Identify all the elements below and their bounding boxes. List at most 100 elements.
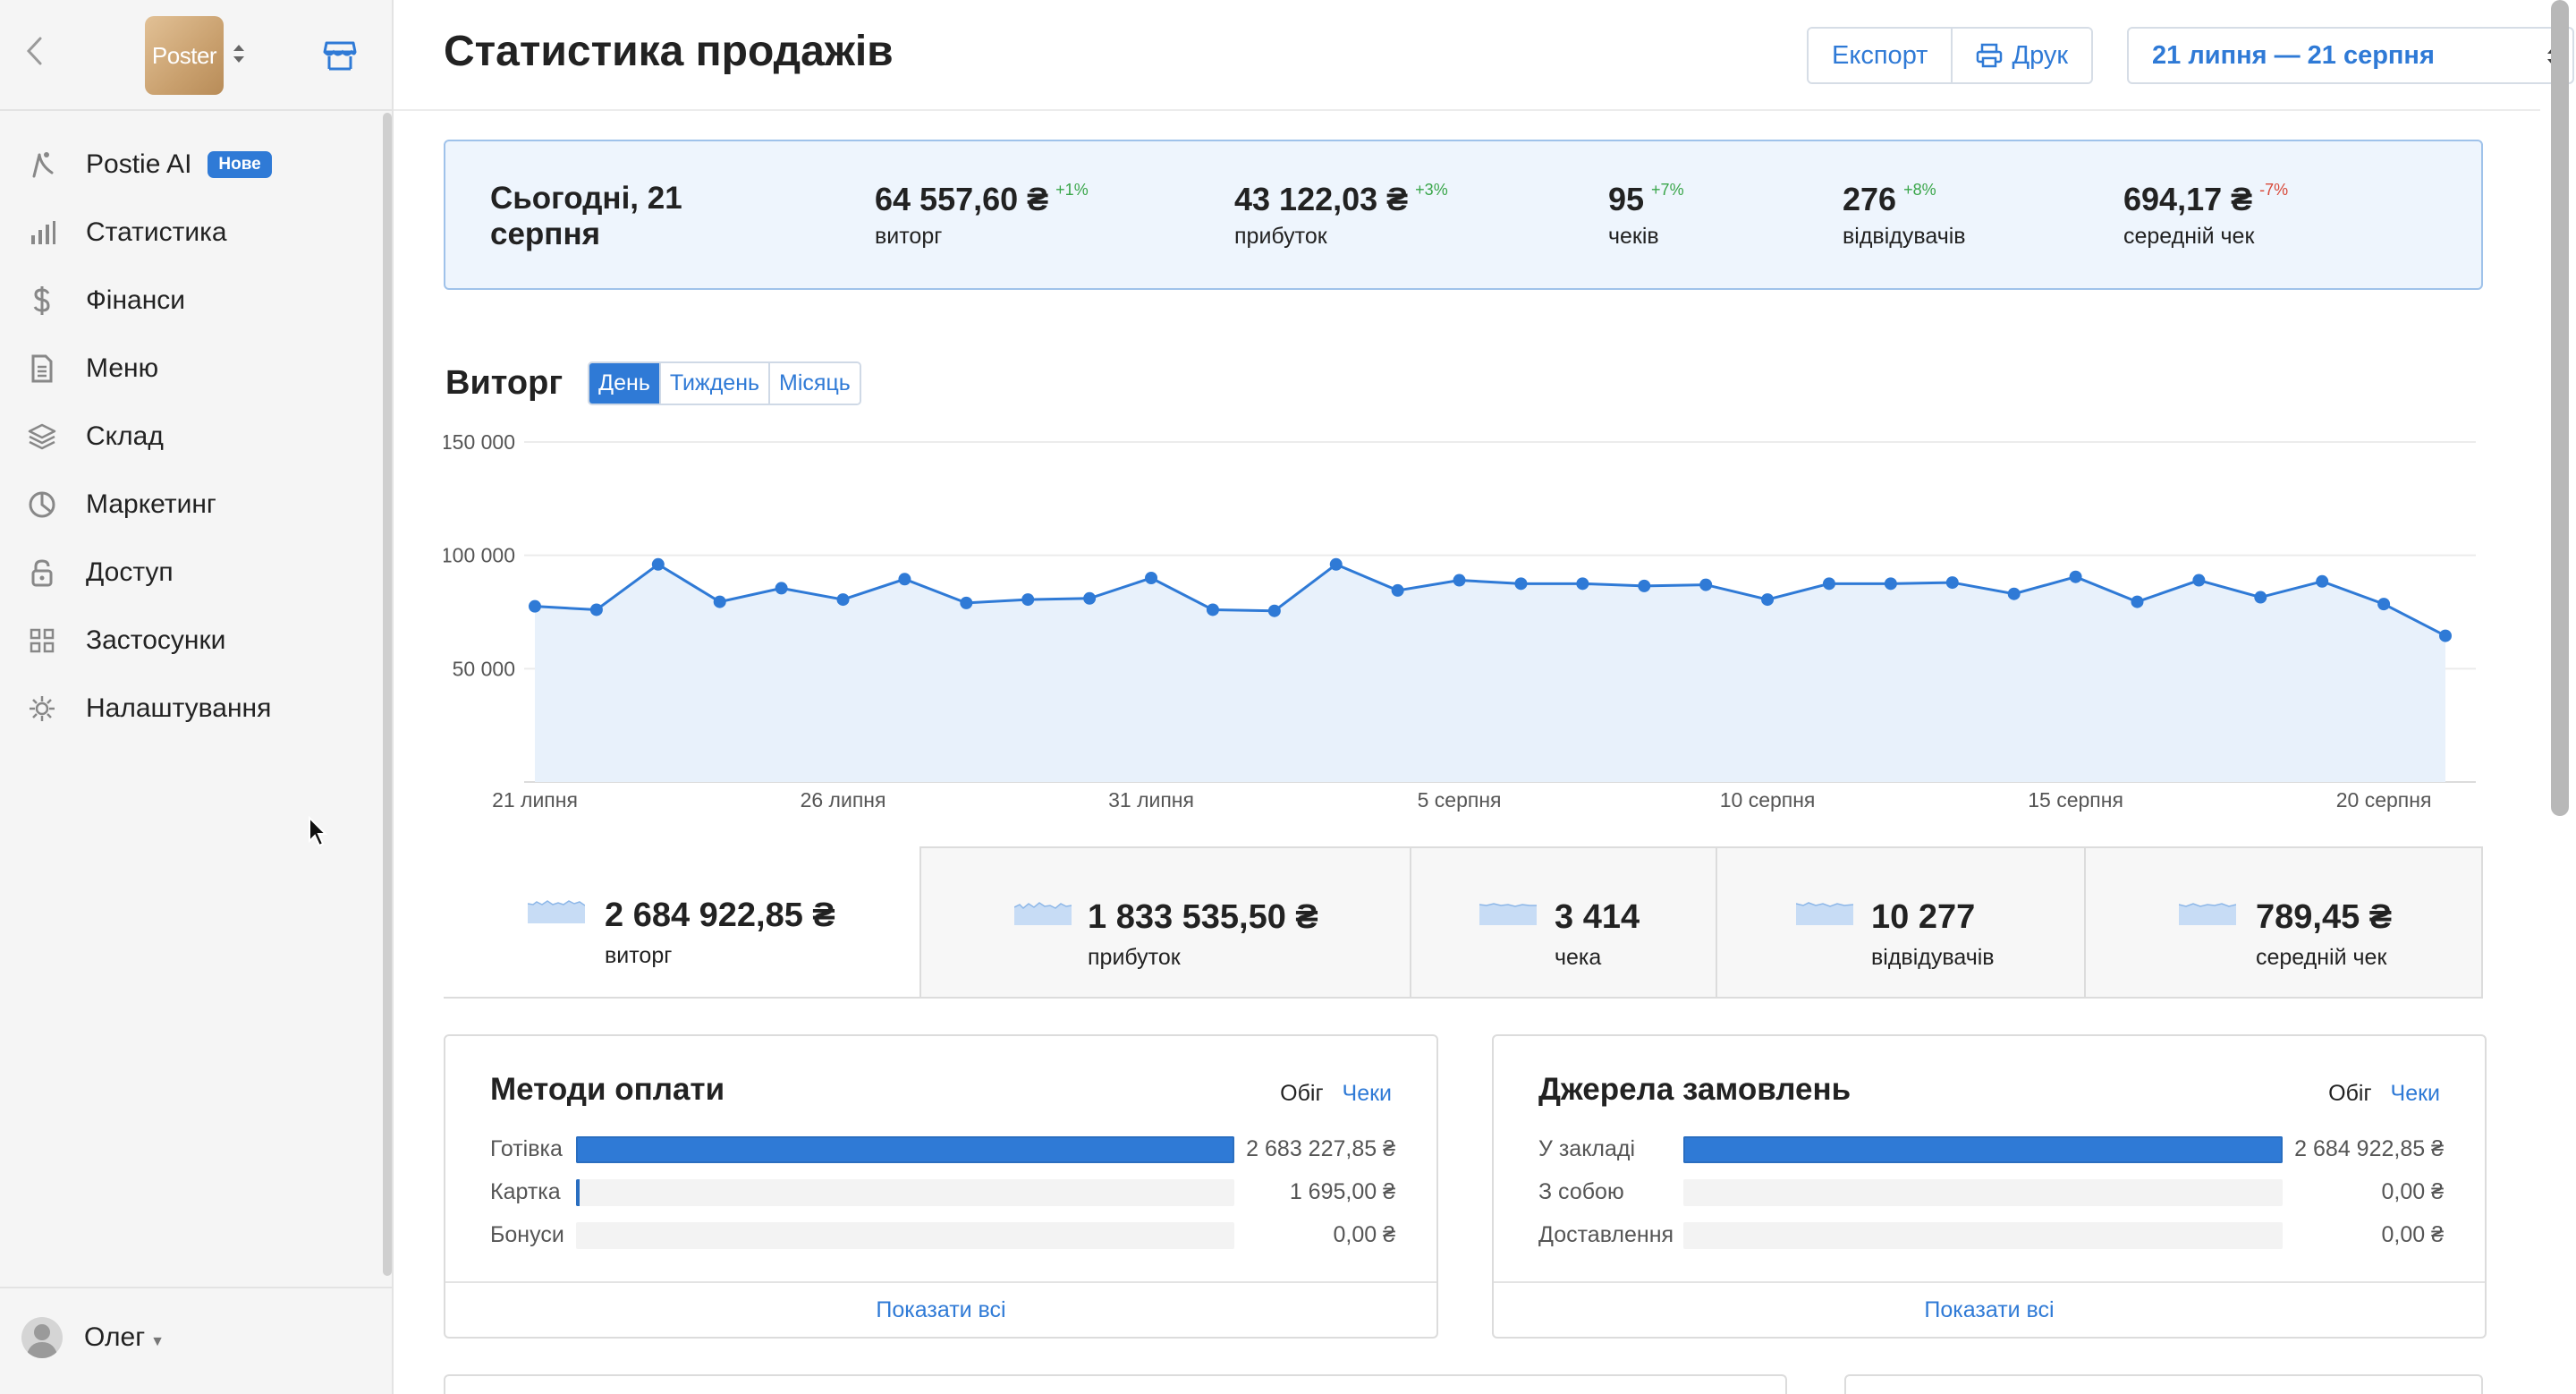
card-title: Методи оплати [490, 1072, 725, 1107]
period-day-button[interactable]: День [589, 363, 659, 404]
data-point[interactable] [1021, 593, 1035, 607]
sidebar-item-menu[interactable]: Меню [0, 335, 392, 403]
card-tabs: Обіг Чеки [1280, 1081, 1392, 1107]
user-menu[interactable]: Олег ▼ [0, 1287, 392, 1394]
show-all-link[interactable]: Показати всі [445, 1281, 1436, 1337]
data-point[interactable] [1822, 577, 1835, 591]
row-value: 2 683 227,85 ₴ [1246, 1136, 1395, 1161]
data-point[interactable] [529, 599, 541, 613]
tab-checks[interactable]: Чеки [2391, 1081, 2440, 1106]
sidebar-item-warehouse[interactable]: Склад [0, 403, 392, 471]
sidebar-item-settings[interactable]: Налаштування [0, 675, 392, 743]
tab-turnover[interactable]: Обіг [2328, 1081, 2371, 1106]
tab-checks[interactable]: Чеки [1343, 1081, 1392, 1106]
x-tick-label: 10 серпня [1720, 788, 1816, 812]
total-profit[interactable]: 1 833 535,50 ₴ прибуток [919, 846, 1410, 999]
sidebar-item-access[interactable]: Доступ [0, 539, 392, 607]
period-month-button[interactable]: Місяць [768, 363, 860, 404]
data-point[interactable] [2377, 598, 2391, 611]
data-point[interactable] [1145, 572, 1158, 584]
data-point[interactable] [651, 557, 665, 571]
row-label: З собою [1538, 1179, 1624, 1204]
sidebar-item-label: Статистика [86, 217, 227, 247]
sidebar-item-label: Фінанси [86, 285, 186, 315]
venue-logo[interactable]: Poster [145, 16, 224, 95]
progress-fill [1683, 1136, 2283, 1163]
sidebar-scrollbar[interactable] [383, 113, 392, 1276]
sidebar-item-marketing[interactable]: Маркетинг [0, 471, 392, 539]
data-point[interactable] [960, 596, 973, 609]
data-point[interactable] [898, 573, 911, 586]
back-chevron-icon[interactable] [25, 36, 57, 72]
row-value: 0,00 ₴ [1333, 1222, 1395, 1247]
data-point[interactable] [1884, 577, 1897, 591]
series-area [535, 564, 2445, 782]
data-point[interactable] [2316, 574, 2329, 588]
show-all-link[interactable]: Показати всі [1494, 1281, 2485, 1337]
progress-bar [576, 1136, 1234, 1163]
pie-chart-icon [27, 489, 57, 520]
export-button[interactable]: Експорт [1809, 29, 1952, 82]
data-point[interactable] [836, 593, 850, 607]
kpi-value: 95 [1608, 181, 1645, 217]
data-point[interactable] [713, 595, 726, 608]
data-point[interactable] [1945, 576, 1959, 590]
data-point[interactable] [1761, 593, 1775, 607]
date-range-label: 21 липня — 21 серпня [2152, 40, 2435, 70]
data-point[interactable] [1083, 591, 1097, 605]
data-point[interactable] [1514, 577, 1528, 591]
caret-down-icon: ▼ [150, 1334, 165, 1349]
data-point[interactable] [2131, 595, 2144, 608]
total-average-check[interactable]: 789,45 ₴ середній чек [2084, 846, 2483, 999]
y-tick-label: 150 000 [444, 430, 515, 454]
page-scrollbar[interactable] [2551, 0, 2569, 816]
kpi-delta: +8% [1903, 181, 1936, 199]
mouse-cursor-icon [308, 815, 329, 848]
sidebar-item-postie-ai[interactable]: Postie AI Нове [0, 131, 392, 199]
total-label: виторг [605, 943, 673, 968]
sidebar-item-statistics[interactable]: Статистика [0, 199, 392, 267]
data-point[interactable] [1699, 578, 1713, 591]
progress-bar [1683, 1179, 2283, 1206]
kpi-value: 276 [1843, 181, 1897, 217]
data-point[interactable] [1206, 603, 1219, 616]
data-point[interactable] [1638, 579, 1651, 592]
data-point[interactable] [2254, 591, 2267, 604]
data-point[interactable] [589, 603, 603, 616]
kpi-value: 64 557,60 ₴ [875, 181, 1049, 217]
date-range-picker[interactable]: 21 липня — 21 серпня [2127, 27, 2574, 84]
kpi-delta: +7% [1651, 181, 1684, 199]
venue-switch-icon[interactable] [231, 41, 249, 68]
payment-methods-card: Методи оплати Обіг Чеки Готівка 2 683 22… [444, 1034, 1438, 1339]
data-point[interactable] [2439, 629, 2452, 642]
sidebar-item-label: Маркетинг [86, 489, 216, 519]
row-value: 0,00 ₴ [2381, 1222, 2444, 1247]
tab-turnover[interactable]: Обіг [1280, 1081, 1323, 1106]
grid-icon [27, 625, 57, 656]
data-point[interactable] [2069, 570, 2082, 583]
data-point[interactable] [775, 582, 788, 595]
sidebar-item-label: Postie AI [86, 149, 192, 179]
avatar[interactable] [21, 1317, 63, 1358]
print-button[interactable]: Друк [1951, 29, 2092, 82]
user-name[interactable]: Олег ▼ [84, 1322, 165, 1353]
x-tick-label: 31 липня [1108, 788, 1194, 812]
sidebar-item-apps[interactable]: Застосунки [0, 607, 392, 675]
total-visitors[interactable]: 10 277 відвідувачів [1716, 846, 2084, 999]
data-point[interactable] [2192, 574, 2206, 587]
storefront-icon[interactable] [322, 39, 358, 72]
data-point[interactable] [2007, 587, 2021, 600]
kpi-checks: 95 +7% чеків [1608, 181, 1684, 250]
data-point[interactable] [1267, 604, 1281, 617]
total-checks[interactable]: 3 414 чека [1410, 846, 1716, 999]
total-revenue[interactable]: 2 684 922,85 ₴ виторг [444, 846, 919, 999]
data-point[interactable] [1453, 574, 1466, 587]
total-label: чека [1555, 945, 1602, 970]
data-point[interactable] [1329, 557, 1343, 571]
sidebar-item-finance[interactable]: Фінанси [0, 267, 392, 335]
data-point[interactable] [1576, 577, 1589, 591]
printer-icon [1977, 43, 2003, 68]
period-week-button[interactable]: Тиждень [658, 363, 769, 404]
row-label: Бонуси [490, 1222, 564, 1247]
data-point[interactable] [1391, 583, 1404, 597]
